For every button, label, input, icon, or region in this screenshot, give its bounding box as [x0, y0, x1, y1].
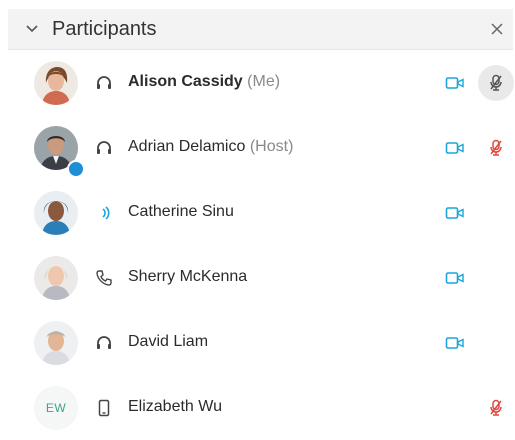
participant-row[interactable]: Catherine Sinu — [8, 181, 513, 245]
mute-toggle-button[interactable] — [478, 390, 514, 426]
headset-icon — [97, 141, 111, 154]
participant-row[interactable]: EW Elizabeth Wu — [8, 376, 513, 440]
panel-title: Participants — [52, 18, 157, 40]
mobile-device-icon — [98, 399, 110, 417]
mute-toggle-button[interactable] — [478, 130, 514, 166]
microphone-muted-icon — [490, 139, 502, 156]
participant-name: Adrian Delamico (Host) — [128, 138, 294, 155]
video-camera-icon[interactable] — [445, 75, 465, 91]
video-camera-icon[interactable] — [445, 270, 465, 286]
participant-name: Sherry McKenna — [128, 268, 248, 285]
participant-role: (Me) — [247, 73, 281, 90]
phone-icon — [96, 270, 112, 286]
host-badge — [67, 160, 85, 178]
chevron-down-icon[interactable] — [24, 21, 40, 37]
mute-toggle-button[interactable] — [478, 65, 514, 101]
panel-header: Participants — [8, 9, 513, 50]
microphone-muted-icon — [490, 399, 502, 416]
avatar — [34, 61, 78, 105]
participant-name: Catherine Sinu — [128, 203, 234, 220]
participant-name: David Liam — [128, 333, 209, 350]
microphone-muted-icon — [490, 74, 502, 91]
participant-row[interactable]: Adrian Delamico (Host) — [8, 116, 513, 180]
participant-name: Alison Cassidy (Me) — [128, 73, 281, 90]
headset-icon — [97, 336, 111, 349]
close-icon[interactable] — [487, 19, 507, 39]
avatar — [34, 321, 78, 365]
participant-role: (Host) — [249, 138, 294, 155]
participant-row[interactable]: Sherry McKenna — [8, 246, 513, 310]
headset-icon — [97, 76, 111, 89]
participant-name: Elizabeth Wu — [128, 398, 222, 415]
participant-row[interactable]: Alison Cassidy (Me) — [8, 51, 514, 115]
participant-row[interactable]: David Liam — [8, 311, 513, 375]
avatar — [34, 191, 78, 235]
video-camera-icon[interactable] — [445, 205, 465, 221]
avatar — [34, 256, 78, 300]
video-camera-icon[interactable] — [445, 335, 465, 351]
speaking-icon — [102, 206, 110, 220]
participants-panel: Participants Alison Cassidy (Me) Adrian … — [0, 0, 515, 440]
video-camera-icon[interactable] — [445, 140, 465, 156]
avatar-initials: EW — [34, 386, 78, 430]
